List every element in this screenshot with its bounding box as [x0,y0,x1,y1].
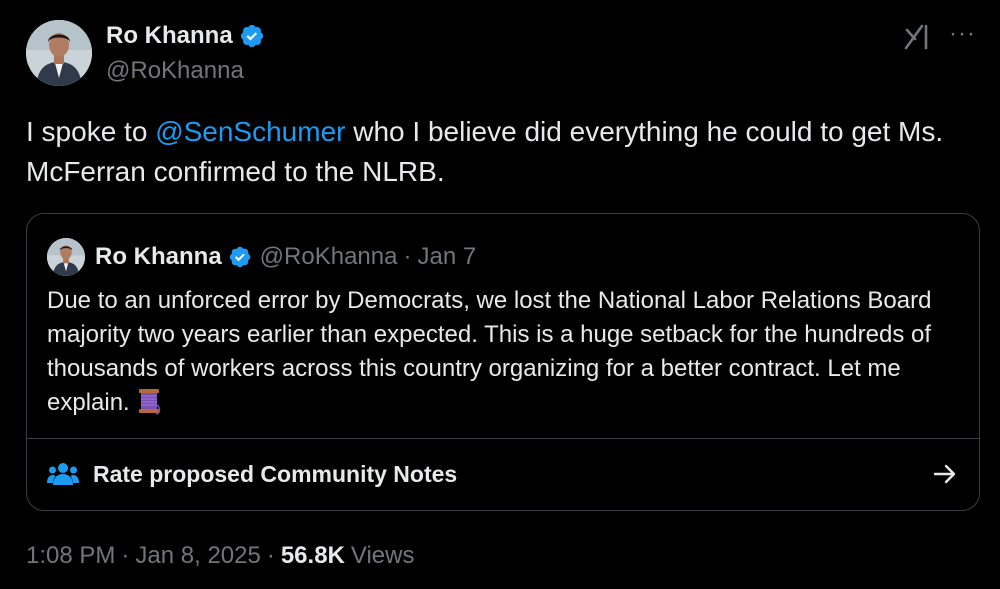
quoted-separator: · [403,243,412,270]
quoted-divider [27,438,979,439]
tweet-meta: 1:08 PM · Jan 8, 2025 · 56.8K Views [26,542,414,570]
author-name[interactable]: Ro Khanna [106,22,233,50]
quoted-author-handle: @RoKhanna [259,243,398,270]
quoted-tweet-text: Due to an unforced error by Democrats, w… [47,284,957,420]
arrow-right-icon[interactable] [931,460,959,488]
rate-community-notes-row[interactable]: Rate proposed Community Notes [47,454,959,494]
quoted-author-name: Ro Khanna [95,243,222,270]
verified-badge-icon [240,24,263,48]
people-icon [47,463,79,485]
portrait-avatar-icon [26,20,92,86]
tweet-date[interactable]: Jan 8, 2025 [135,542,260,570]
tweet-time[interactable]: 1:08 PM [26,542,115,570]
tweet-text-before: I spoke to [26,116,156,147]
more-options-icon[interactable]: ··· [949,22,976,46]
views-count[interactable]: 56.8K [281,542,345,570]
rate-community-notes-label[interactable]: Rate proposed Community Notes [93,461,457,488]
thread-spool-icon [139,389,161,415]
grok-icon[interactable] [902,22,932,52]
tweet-body: I spoke to @SenSchumer who I believe did… [26,112,986,192]
tweet-header: Ro Khanna @RoKhanna ··· [26,20,976,86]
verified-badge-icon [229,246,250,268]
author-handle[interactable]: @RoKhanna [106,57,244,85]
meta-separator: · [266,542,275,569]
portrait-avatar-icon [47,238,85,276]
author-avatar[interactable] [26,20,92,86]
quoted-author-avatar [47,238,85,276]
quoted-tweet-card[interactable]: Ro Khanna @RoKhanna · Jan 7 Due to an un… [26,213,980,511]
quoted-tweet-header: Ro Khanna @RoKhanna · Jan 7 [47,238,476,276]
author-name-row: Ro Khanna [106,22,265,50]
quoted-text-body: Due to an unforced error by Democrats, w… [47,287,932,416]
meta-separator: · [121,542,130,569]
quoted-date: Jan 7 [417,243,477,270]
mention-link[interactable]: @SenSchumer [155,116,345,147]
views-label: Views [350,542,415,569]
